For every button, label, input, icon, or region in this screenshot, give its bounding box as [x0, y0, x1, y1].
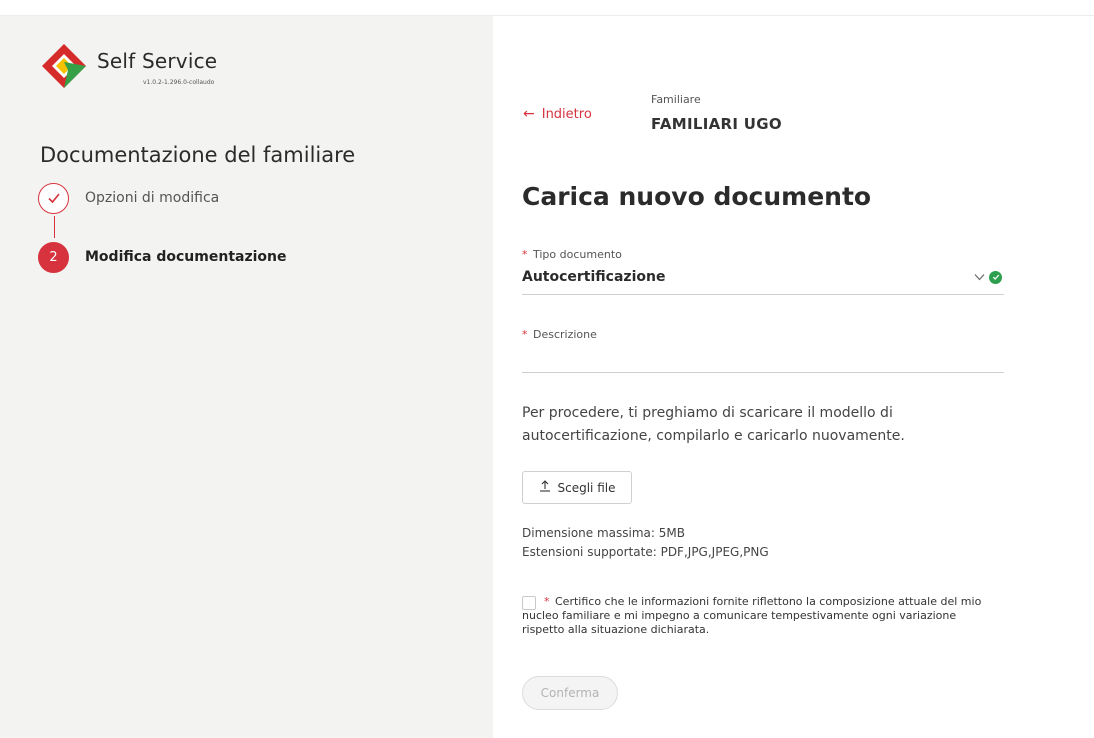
file-limits: Dimensione massima: 5MB Estensioni suppo… [522, 524, 769, 562]
tipo-documento-label: * Tipo documento [522, 248, 1004, 261]
descrizione-label: * Descrizione [522, 328, 1004, 341]
brand-logo: Self Service v1.0.2-1.296.0-collaudo [40, 42, 240, 92]
arrow-left-icon: ← [523, 106, 535, 122]
required-mark: * [522, 248, 528, 261]
extensions-text: Estensioni supportate: PDF,JPG,JPEG,PNG [522, 545, 769, 559]
logo-icon [42, 44, 86, 88]
step-connector [54, 216, 55, 238]
consent-text: * Certifico che le informazioni fornite … [522, 595, 992, 637]
tipo-documento-label-text: Tipo documento [533, 248, 622, 261]
step-modifica-documentazione: 2 Modifica documentazione [38, 241, 287, 273]
choose-file-label: Scegli file [557, 480, 616, 495]
tipo-documento-value: Autocertificazione [522, 269, 666, 285]
descrizione-label-text: Descrizione [533, 328, 597, 341]
confirm-button[interactable]: Conferma [522, 676, 618, 710]
upload-icon [539, 480, 551, 495]
top-bar [0, 0, 1094, 16]
required-mark: * [544, 595, 550, 608]
descrizione-field[interactable]: * Descrizione [522, 328, 1004, 373]
consent-checkbox[interactable] [522, 596, 536, 610]
sidebar-title: Documentazione del familiare [40, 143, 356, 167]
chevron-down-icon [974, 270, 985, 284]
check-circle-icon [989, 270, 1002, 284]
familiare-name: FAMILIARI UGO [651, 115, 782, 133]
max-size-text: Dimensione massima: 5MB [522, 526, 685, 540]
tipo-documento-select[interactable]: * Tipo documento Autocertificazione [522, 248, 1004, 295]
choose-file-button[interactable]: Scegli file [522, 471, 632, 504]
check-icon [38, 182, 69, 214]
back-link[interactable]: ← Indietro [523, 106, 592, 122]
required-mark: * [522, 328, 528, 341]
consent-block: * Certifico che le informazioni fornite … [522, 595, 992, 637]
consent-label: Certifico che le informazioni fornite ri… [522, 595, 982, 636]
familiare-label: Familiare [651, 93, 701, 106]
info-text: Per procedere, ti preghiamo di scaricare… [522, 405, 905, 444]
select-icons [974, 270, 1002, 284]
step-number: 2 [38, 241, 69, 273]
main-panel: ← Indietro Familiare FAMILIARI UGO Caric… [493, 16, 1094, 738]
sidebar: Self Service v1.0.2-1.296.0-collaudo Doc… [0, 16, 493, 738]
brand-name: Self Service [97, 49, 218, 73]
page-title: Carica nuovo documento [522, 182, 872, 211]
step-label: Opzioni di modifica [85, 190, 220, 206]
app-version: v1.0.2-1.296.0-collaudo [143, 79, 215, 86]
back-label: Indietro [541, 106, 592, 122]
step-opzioni-modifica: Opzioni di modifica [38, 182, 219, 214]
step-label: Modifica documentazione [85, 249, 287, 265]
